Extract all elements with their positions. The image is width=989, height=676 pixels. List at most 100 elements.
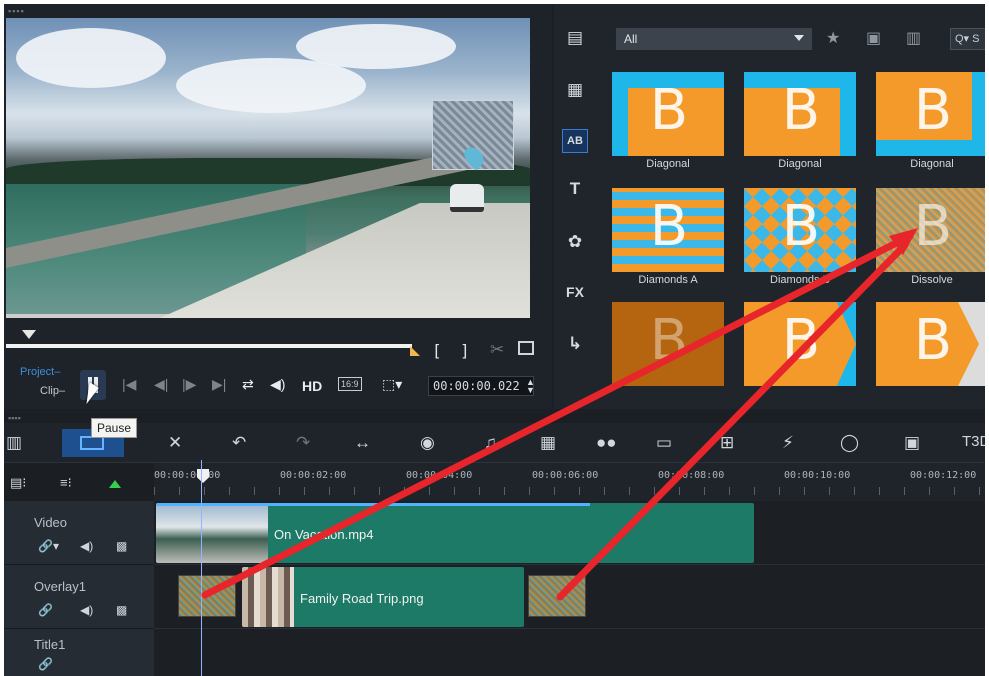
panel-grip-icon[interactable]: ▪▪▪▪ — [8, 413, 21, 423]
undo-icon[interactable]: ↶ — [232, 433, 246, 453]
subtitle-icon[interactable]: ▭ — [656, 433, 672, 453]
ruler-label: 00:00:08:00 — [658, 470, 725, 481]
video-clip[interactable]: On Vacation.mp4 — [156, 503, 754, 563]
split-screen-icon[interactable]: ⊞ — [720, 433, 734, 453]
enlarge-preview-icon[interactable] — [518, 341, 534, 355]
pan-zoom-icon[interactable]: ▣ — [904, 433, 920, 453]
track-lane-title[interactable] — [154, 629, 985, 676]
aspect-ratio-button[interactable]: 16:9 — [338, 377, 362, 391]
volume-icon[interactable]: ◀) — [80, 603, 93, 617]
next-frame-icon[interactable]: |▶ — [182, 376, 196, 393]
gallery-filter-dropdown[interactable]: All — [616, 28, 812, 50]
timecode-spinner-icon[interactable]: ▲ ▼ — [526, 378, 535, 395]
volume-icon[interactable]: ◀) — [270, 376, 285, 393]
ruler-label: 00:00:04:00 — [406, 470, 473, 481]
volume-icon[interactable]: ◀) — [80, 539, 93, 553]
scissors-icon[interactable]: ✂ — [490, 340, 504, 360]
tile-grey-band — [958, 302, 985, 386]
transition-clip-dissolve[interactable] — [178, 575, 236, 617]
transition-tile-diamonds-a[interactable]: B Diamonds A — [612, 188, 724, 286]
transition-tile[interactable]: B — [876, 302, 985, 386]
hd-preview-button[interactable]: HD — [302, 378, 322, 394]
storyboard-view-icon[interactable]: ▥ — [6, 433, 22, 453]
transition-tile-diagonal-2[interactable]: B Diagonal — [744, 72, 856, 170]
transition-tile-dissolve[interactable]: B Dissolve — [876, 188, 985, 286]
preview-video-frame[interactable] — [6, 18, 530, 318]
track-lane-video[interactable]: On Vacation.mp4 — [154, 501, 985, 565]
link-icon[interactable]: 🔗 — [38, 657, 53, 671]
tile-letter: B — [913, 308, 953, 373]
title-icon[interactable]: T — [562, 179, 588, 203]
sound-mixer-icon[interactable]: ♫ — [484, 433, 497, 453]
instant-project-icon[interactable]: ▦ — [562, 80, 588, 104]
transition-icon[interactable]: AB — [562, 129, 588, 153]
track-header-video[interactable]: Video 🔗▾ ◀) ▩ — [4, 501, 154, 565]
transition-tile-diagonal-3[interactable]: B Diagonal — [876, 72, 985, 170]
home-icon[interactable]: |◀ — [122, 376, 136, 393]
tile-label: Diamonds B — [770, 274, 830, 286]
playhead-line[interactable] — [201, 460, 202, 676]
scrub-bar[interactable] — [6, 344, 412, 348]
ruler-label: 00:00:10:00 — [784, 470, 851, 481]
end-icon[interactable]: ▶| — [212, 376, 226, 393]
record-capture-icon[interactable]: ◉ — [420, 433, 435, 453]
fit-project-icon[interactable]: ↔ — [354, 433, 371, 453]
crop-icon[interactable]: ⬚▾ — [382, 376, 402, 393]
scrub-position-marker[interactable] — [22, 330, 36, 339]
tile-thumbnail: B — [612, 188, 724, 272]
previous-frame-icon[interactable]: ◀| — [154, 376, 168, 393]
track-header-title[interactable]: Title1 🔗 — [4, 629, 154, 676]
scrub-end-marker — [410, 346, 420, 356]
mask-icon[interactable]: ◯ — [840, 433, 859, 453]
tile-cyan-band — [836, 302, 856, 386]
transition-tile[interactable]: B — [744, 302, 856, 386]
timecode-field[interactable]: 00:00:00.022 — [428, 376, 534, 396]
add-to-favorites-icon[interactable]: ★ — [826, 28, 840, 48]
3d-title-icon[interactable]: T3D — [962, 433, 985, 450]
chevron-down-icon — [794, 35, 804, 41]
add-remove-chapter-icon[interactable]: ≡⁝ — [60, 475, 72, 491]
transition-clip-dissolve[interactable] — [528, 575, 586, 617]
tile-thumbnail: B — [744, 302, 856, 386]
transition-tile[interactable]: B — [612, 302, 724, 386]
motion-tracking-icon[interactable]: ⚡ — [782, 433, 794, 453]
timeline-ruler[interactable]: 00:00:00:00 00:00:02:00 00:00:04:00 00:0… — [154, 463, 985, 501]
apply-to-all-icon[interactable]: ▥ — [906, 28, 921, 48]
project-mode-label: Project — [20, 366, 55, 378]
ruler-label: 00:00:06:00 — [532, 470, 599, 481]
transition-tile-diagonal-1[interactable]: B Diagonal — [612, 72, 724, 170]
overlay-clip-thumbnail — [242, 567, 294, 627]
mark-in-button[interactable]: [ — [432, 341, 442, 360]
media-icon[interactable]: ▤ — [562, 28, 588, 52]
mouse-cursor-icon — [86, 382, 100, 404]
gallery-filter-value: All — [624, 32, 638, 46]
panel-grip-icon[interactable]: ▪▪▪▪ — [8, 6, 25, 16]
repeat-icon[interactable]: ⇄ — [242, 376, 254, 393]
ripple-icon[interactable]: ▩ — [116, 539, 127, 553]
cloud — [16, 28, 166, 88]
project-mode-toggle[interactable]: Project– — [20, 366, 60, 378]
filter-fx-icon[interactable]: FX — [562, 284, 588, 308]
clip-mode-toggle[interactable]: Clip– — [40, 385, 65, 397]
track-manager-icon[interactable]: ▤⁝ — [10, 475, 26, 491]
color-icon[interactable]: ●● — [596, 433, 617, 453]
transition-tile-diamonds-b[interactable]: B Diamonds B — [744, 188, 856, 286]
track-header-overlay[interactable]: Overlay1 🔗 ◀) ▩ — [4, 565, 154, 629]
ripple-icon[interactable]: ▩ — [116, 603, 127, 617]
tile-letter: B — [781, 78, 821, 143]
overlay-clip[interactable]: Family Road Trip.png — [242, 567, 524, 627]
path-icon[interactable]: ↳ — [562, 334, 588, 358]
apply-to-video-track-icon[interactable]: ▣ — [866, 28, 881, 48]
redo-icon[interactable]: ↷ — [296, 433, 310, 453]
mark-out-button[interactable]: ] — [460, 341, 470, 360]
tools-icon[interactable]: ✕ — [168, 433, 182, 453]
add-track-icon[interactable] — [109, 480, 121, 488]
library-search-input[interactable]: Q▾ S — [950, 28, 985, 50]
link-icon[interactable]: 🔗 — [38, 603, 53, 617]
multi-camera-icon[interactable]: ▦ — [540, 433, 556, 453]
track-lane-overlay[interactable]: Family Road Trip.png — [154, 565, 985, 629]
graphics-icon[interactable]: ✿ — [562, 232, 588, 256]
link-icon[interactable]: 🔗▾ — [38, 539, 59, 553]
tile-letter: B — [781, 194, 821, 259]
tile-letter: B — [649, 308, 689, 373]
